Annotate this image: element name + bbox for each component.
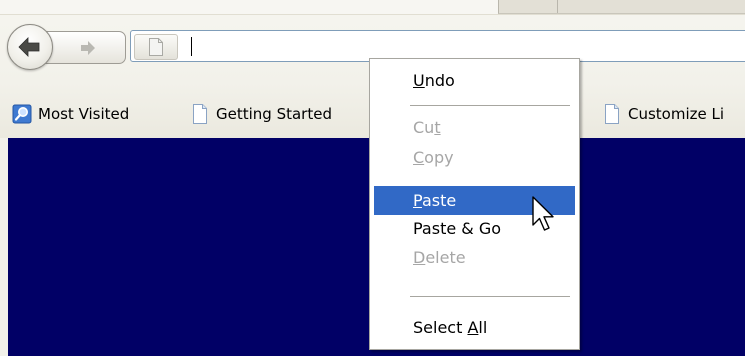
tab-divider [557,0,558,13]
menu-item-select-all[interactable]: Select All [374,313,575,342]
menu-item-text: Paste & Go [413,219,502,238]
site-identity-button[interactable] [134,34,178,60]
bookmark-customize-links[interactable]: Customize Li [602,103,724,125]
menu-item-undo[interactable]: Undo [374,66,575,95]
accelerator-key: C [413,148,425,167]
window-border [0,138,8,356]
menu-separator [410,296,570,297]
bookmark-label: Getting Started [216,105,332,123]
menu-item-text: aste [421,191,457,210]
accelerator-key: D [413,248,426,267]
menu-item-copy: Copy [374,143,575,172]
back-arrow-icon [18,37,40,57]
bookmark-getting-started[interactable]: Getting Started [190,103,332,125]
menu-separator [410,105,570,106]
menu-item-delete: Delete [374,243,575,272]
menu-item-text: opy [424,148,454,167]
back-button[interactable] [7,24,53,70]
page-icon [190,104,210,124]
bookmark-most-visited[interactable]: Most Visited [12,103,129,125]
forward-button[interactable] [42,31,126,64]
menu-item-cut: Cut [374,113,575,142]
accelerator-key: A [467,318,479,337]
menu-item-text: Cu [413,118,435,137]
bookmark-label: Customize Li [628,105,725,123]
menu-item-text: ll [478,318,488,337]
tab-strip [0,0,745,15]
accelerator-key: t [434,118,441,137]
accelerator-key: P [413,191,422,210]
forward-arrow-icon [81,41,95,55]
accelerator-key: U [413,71,425,90]
mouse-pointer-icon [532,196,554,231]
text-caret [191,37,192,56]
menu-item-text: ndo [424,71,455,90]
magnifier-globe-icon [12,104,32,124]
menu-item-text: Select [413,318,468,337]
menu-item-text: elete [425,248,466,267]
bookmark-label: Most Visited [38,105,130,123]
page-icon [149,38,163,56]
tab[interactable] [498,0,745,14]
page-icon [602,104,622,124]
